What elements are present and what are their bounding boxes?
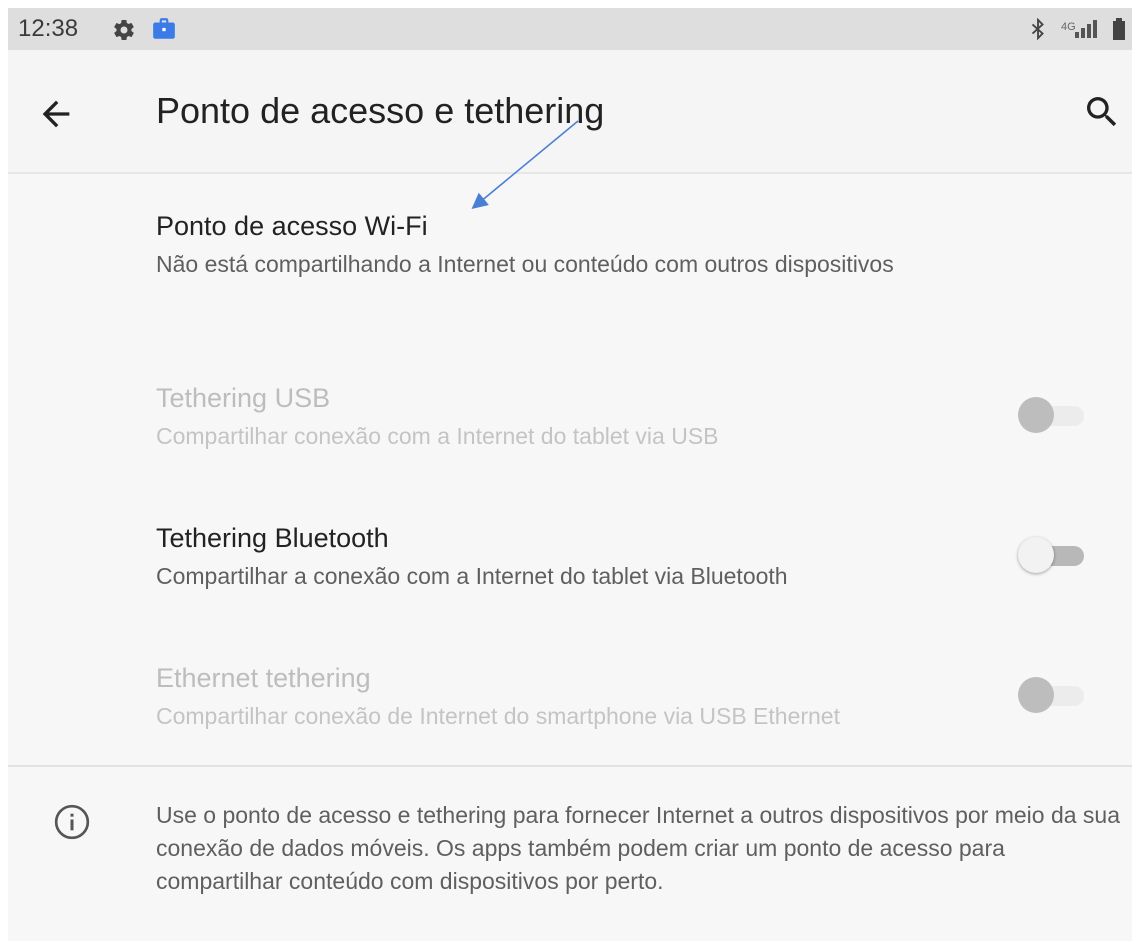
usb-tethering-toggle bbox=[1014, 395, 1086, 435]
info-icon bbox=[52, 802, 92, 842]
screen: 12:38 4G Ponto de acesso e tethering Pon… bbox=[8, 8, 1132, 941]
info-description: Use o ponto de acesso e tethering para f… bbox=[156, 802, 1121, 894]
item-subtitle: Compartilhar conexão de Internet do smar… bbox=[156, 703, 840, 729]
item-title: Ethernet tethering bbox=[156, 663, 371, 693]
status-bar: 12:38 4G bbox=[8, 8, 1132, 50]
item-subtitle: Compartilhar a conexão com a Internet do… bbox=[156, 563, 788, 589]
arrow-left-icon[interactable] bbox=[36, 94, 76, 134]
item-subtitle: Não está compartilhando a Internet ou co… bbox=[156, 251, 894, 277]
page-title: Ponto de acesso e tethering bbox=[156, 90, 605, 131]
toggle-thumb bbox=[1018, 537, 1054, 573]
ethernet-tethering-toggle bbox=[1014, 675, 1086, 715]
divider bbox=[8, 765, 1132, 767]
app-bar: Ponto de acesso e tethering bbox=[8, 50, 1132, 174]
status-time: 12:38 bbox=[18, 15, 79, 42]
item-title: Tethering USB bbox=[156, 383, 331, 413]
search-icon[interactable] bbox=[1082, 92, 1122, 132]
gear-icon bbox=[112, 18, 136, 47]
work-briefcase-icon bbox=[151, 16, 177, 47]
item-title: Ponto de acesso Wi-Fi bbox=[156, 211, 428, 241]
item-subtitle: Compartilhar conexão com a Internet do t… bbox=[156, 423, 719, 449]
bluetooth-tethering-toggle[interactable] bbox=[1014, 535, 1086, 575]
toggle-thumb bbox=[1018, 397, 1054, 433]
toggle-thumb bbox=[1018, 677, 1054, 713]
signal-icon: 4G bbox=[1061, 18, 1107, 45]
battery-icon bbox=[1113, 18, 1125, 45]
svg-text:4G: 4G bbox=[1061, 21, 1076, 33]
item-title: Tethering Bluetooth bbox=[156, 523, 389, 553]
bluetooth-icon bbox=[1030, 17, 1046, 45]
